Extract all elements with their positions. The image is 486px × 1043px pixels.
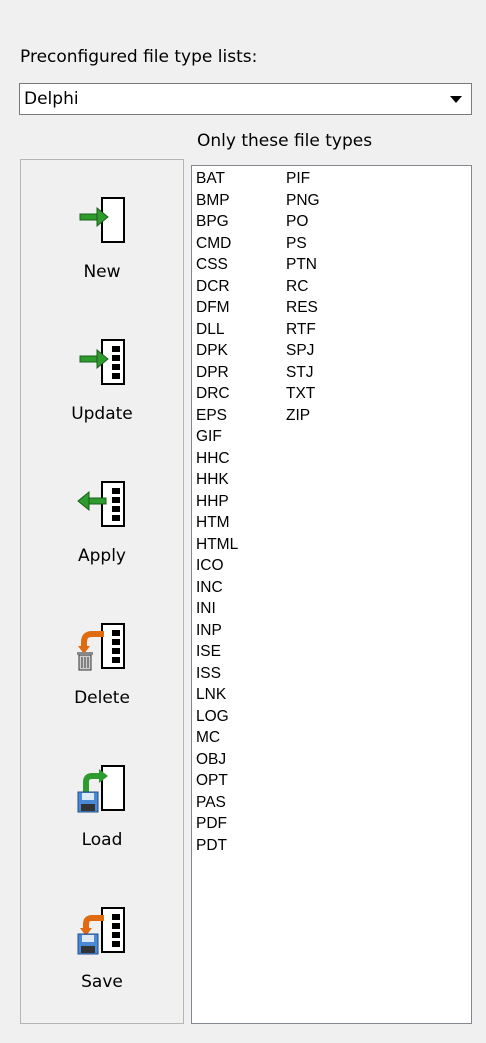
file-type-item[interactable]: OPT: [196, 770, 238, 792]
file-type-item[interactable]: ICO: [196, 555, 238, 577]
file-type-item[interactable]: PIF: [286, 168, 320, 190]
file-type-item[interactable]: MC: [196, 727, 238, 749]
file-type-item[interactable]: ISE: [196, 641, 238, 663]
file-type-item[interactable]: RES: [286, 297, 320, 319]
file-type-item[interactable]: TXT: [286, 383, 320, 405]
file-type-item[interactable]: LOG: [196, 706, 238, 728]
update-button[interactable]: Update: [21, 332, 183, 464]
apply-button[interactable]: Apply: [21, 474, 183, 606]
file-type-item[interactable]: DPK: [196, 340, 238, 362]
file-type-item[interactable]: HHK: [196, 469, 238, 491]
file-type-item[interactable]: PO: [286, 211, 320, 233]
file-type-item[interactable]: ZIP: [286, 405, 320, 427]
preconfigured-dropdown[interactable]: Delphi: [19, 83, 472, 115]
file-type-item[interactable]: DPR: [196, 362, 238, 384]
delete-icon: [77, 623, 125, 671]
file-types-column-1: BAT BMP BPG CMD CSS DCR DFM DLL DPK DPR DRC EPS GIF H…: [196, 168, 238, 856]
file-type-item[interactable]: INC: [196, 577, 238, 599]
file-type-item[interactable]: BPG: [196, 211, 238, 233]
preconfigured-label: Preconfigured file type lists:: [20, 47, 258, 67]
file-type-item[interactable]: LNK: [196, 684, 238, 706]
apply-icon: [77, 481, 125, 527]
delete-label: Delete: [74, 688, 130, 708]
load-label: Load: [81, 830, 123, 850]
file-type-item[interactable]: BMP: [196, 190, 238, 212]
file-type-item[interactable]: ISS: [196, 663, 238, 685]
file-type-item[interactable]: BAT: [196, 168, 238, 190]
file-type-item[interactable]: PS: [286, 233, 320, 255]
new-button[interactable]: New: [21, 190, 183, 322]
new-label: New: [83, 262, 121, 282]
file-types-list[interactable]: BAT BMP BPG CMD CSS DCR DFM DLL DPK DPR DRC EPS GIF H…: [191, 165, 472, 1024]
file-type-item[interactable]: DCR: [196, 276, 238, 298]
apply-label: Apply: [78, 546, 126, 566]
file-type-item[interactable]: SPJ: [286, 340, 320, 362]
file-type-item[interactable]: CMD: [196, 233, 238, 255]
file-type-item[interactable]: DFM: [196, 297, 238, 319]
file-type-item[interactable]: PAS: [196, 792, 238, 814]
file-type-item[interactable]: INI: [196, 598, 238, 620]
file-type-item[interactable]: CSS: [196, 254, 238, 276]
only-file-types-label: Only these file types: [197, 131, 373, 151]
update-label: Update: [71, 404, 133, 424]
file-type-item[interactable]: OBJ: [196, 749, 238, 771]
delete-button[interactable]: Delete: [21, 616, 183, 748]
list-toolbar: New Update Apply Delete Load Save: [20, 159, 184, 1024]
save-label: Save: [81, 972, 123, 992]
dropdown-arrow-icon[interactable]: [443, 86, 469, 112]
file-type-item[interactable]: RC: [286, 276, 320, 298]
file-type-item[interactable]: HHP: [196, 491, 238, 513]
file-type-item[interactable]: GIF: [196, 426, 238, 448]
file-type-item[interactable]: DRC: [196, 383, 238, 405]
file-type-item[interactable]: EPS: [196, 405, 238, 427]
save-icon: [77, 907, 125, 955]
file-types-column-2: PIF PNG PO PS PTN RC RES RTF SPJ STJ TXT ZIP: [286, 168, 320, 426]
update-icon: [79, 339, 125, 385]
file-type-item[interactable]: HTM: [196, 512, 238, 534]
new-icon: [79, 197, 125, 243]
file-type-item[interactable]: PTN: [286, 254, 320, 276]
file-type-item[interactable]: RTF: [286, 319, 320, 341]
file-type-item[interactable]: HHC: [196, 448, 238, 470]
file-type-item[interactable]: INP: [196, 620, 238, 642]
file-type-item[interactable]: STJ: [286, 362, 320, 384]
file-type-item[interactable]: PDT: [196, 835, 238, 857]
file-type-item[interactable]: PNG: [286, 190, 320, 212]
file-type-item[interactable]: HTML: [196, 534, 238, 556]
file-type-item[interactable]: PDF: [196, 813, 238, 835]
preconfigured-value: Delphi: [24, 89, 79, 109]
save-button[interactable]: Save: [21, 900, 183, 1032]
load-button[interactable]: Load: [21, 758, 183, 890]
file-type-item[interactable]: DLL: [196, 319, 238, 341]
load-icon: [77, 765, 125, 813]
